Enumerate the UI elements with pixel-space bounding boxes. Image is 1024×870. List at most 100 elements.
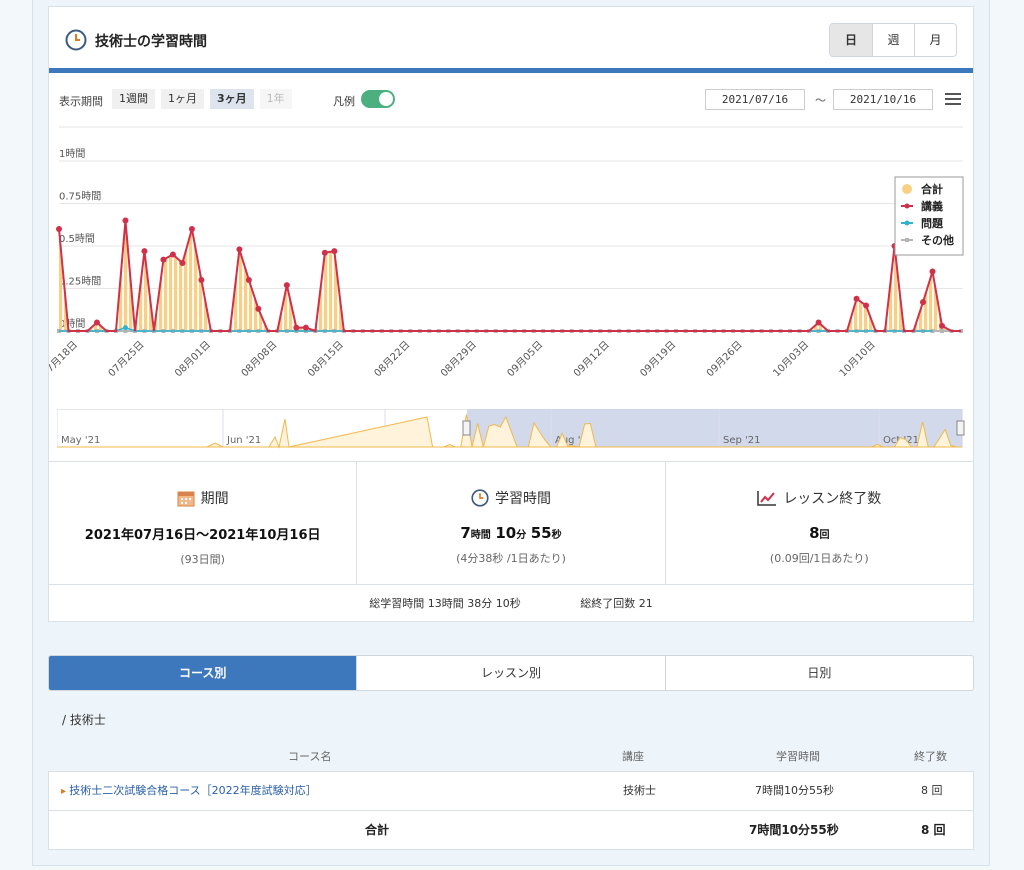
table-header: コース名 講座 学習時間 終了数: [48, 748, 974, 770]
trend-chart-icon: [757, 491, 777, 506]
x-tick-label: 10月10日: [837, 339, 878, 380]
x-tick-label: 09月12日: [571, 339, 612, 380]
lecture-point: [122, 217, 129, 224]
range-1year: 1年: [259, 89, 292, 109]
lecture-point: [331, 248, 338, 255]
legend-marker: [904, 203, 910, 209]
total-study-time: 総学習時間 13時間 38分 10秒: [369, 597, 521, 610]
period-toggle: 日 週 月: [829, 23, 957, 57]
tab-by-lesson[interactable]: レッスン別: [356, 656, 664, 690]
tab-by-course[interactable]: コース別: [49, 656, 357, 690]
x-tick-label: 10月03日: [771, 339, 812, 380]
tab-day[interactable]: 日: [830, 24, 872, 56]
legend-toggle[interactable]: [361, 90, 395, 108]
date-from-input[interactable]: 2021/07/16: [705, 89, 805, 110]
col-course-name: コース名: [288, 750, 332, 763]
range-label: 表示期間: [59, 95, 103, 108]
breakdown-tabs: コース別 レッスン別 日別: [48, 655, 974, 691]
lecture-point: [236, 246, 243, 253]
course-link[interactable]: 技術士二次試験合格コース［2022年度試験対応］: [61, 772, 316, 811]
total-count-cell: 8 回: [921, 823, 946, 837]
legend-marker: [904, 220, 910, 226]
range-navigator[interactable]: May '21Jun '21Jul '21Aug '21Sep '21Oct '…: [57, 409, 967, 449]
table-total-row: 合計 7時間10分55秒 8 回: [48, 810, 974, 850]
date-to-input[interactable]: 2021/10/16: [833, 89, 933, 110]
x-tick-label: 08月15日: [305, 339, 346, 380]
lecture-point: [815, 319, 822, 326]
page-title: 技術士の学習時間: [95, 34, 207, 50]
x-tick-label: 07月25日: [106, 339, 147, 380]
y-tick-label: 0.5時間: [59, 233, 95, 245]
range-1month[interactable]: 1ヶ月: [161, 89, 204, 109]
legend-marker: [905, 238, 909, 242]
lecture-point: [321, 249, 328, 256]
legend-marker: [902, 184, 912, 194]
x-tick-label: 09月26日: [704, 339, 745, 380]
clock-icon: [65, 29, 87, 51]
lecture-point: [853, 295, 860, 302]
x-tick-label: 09月05日: [505, 339, 546, 380]
legend-label: その他: [921, 233, 954, 247]
navigator-handle-left: [462, 420, 471, 436]
row-study-time: 7時間10分55秒: [755, 784, 834, 797]
chart-toolbar: 表示期間 1週間 1ヶ月 3ヶ月 1年 凡例 2021/07/16 ～ 2021…: [49, 87, 973, 117]
stat-period-value: 2021年07月16日～2021年10月16日: [84, 528, 321, 543]
legend-label: 合計: [921, 182, 943, 196]
row-count: 8 回: [921, 784, 943, 797]
lecture-point: [179, 260, 186, 266]
study-time-card: 技術士の学習時間 日 週 月 表示期間 1週間 1ヶ月 3ヶ月 1年 凡例 20…: [48, 6, 974, 622]
lecture-point: [863, 302, 870, 309]
lecture-point: [160, 256, 167, 263]
range-1week[interactable]: 1週間: [112, 89, 155, 109]
lecture-point: [920, 299, 927, 306]
total-study-time-cell: 7時間10分55秒: [749, 823, 839, 837]
navigator-handle-right: [956, 420, 965, 436]
total-label: 合計: [365, 823, 390, 837]
lecture-point: [302, 324, 309, 331]
x-tick-label: 07月18日: [49, 339, 80, 380]
stat-study-time: 学習時間 7時間 10分 55秒 (4分38秒 /1日あたり): [356, 462, 664, 584]
stat-lessons-value: 8回: [809, 524, 830, 542]
x-tick-label: 08月29日: [438, 339, 479, 380]
lecture-point: [939, 322, 946, 329]
tab-month[interactable]: 月: [914, 24, 956, 56]
range-3months[interactable]: 3ヶ月: [210, 89, 254, 109]
legend-label: 講義: [921, 199, 943, 213]
lecture-point: [293, 324, 300, 331]
stat-study-value: 7時間 10分 55秒: [460, 524, 562, 542]
row-kouza: 技術士: [623, 784, 656, 797]
legend-toggle-label: 凡例: [333, 95, 355, 108]
stat-lessons-label: レッスン終了数: [783, 491, 882, 507]
lecture-point: [255, 305, 262, 312]
lecture-point: [283, 282, 290, 289]
stat-period: 期間 2021年07月16日～2021年10月16日 (93日間): [49, 462, 356, 584]
other-point: [940, 329, 945, 333]
x-tick-label: 09月19日: [638, 339, 679, 380]
tab-week[interactable]: 週: [872, 24, 914, 56]
clock-icon: [471, 489, 489, 507]
breadcrumb: / 技術士: [62, 713, 106, 727]
stat-lessons: レッスン終了数 8回 (0.09回/1日あたり): [664, 462, 973, 584]
study-time-chart: 0時間0.25時間0.5時間0.75時間1時間07月18日 07月25日 08月01…: [49, 126, 964, 380]
lecture-point: [93, 319, 100, 326]
lecture-point: [188, 226, 195, 232]
menu-icon[interactable]: [945, 93, 961, 107]
stat-study-sub: (4分38秒 /1日あたり): [456, 552, 566, 565]
problem-point: [122, 325, 128, 331]
total-count: 総終了回数 21: [580, 597, 653, 610]
lecture-point: [56, 226, 62, 232]
y-tick-label: 0.25時間: [59, 276, 101, 288]
table-row: 技術士二次試験合格コース［2022年度試験対応］ 技術士 7時間10分55秒 8…: [48, 771, 974, 811]
y-tick-label: 1時間: [59, 148, 85, 160]
col-count: 終了数: [914, 750, 947, 763]
lecture-point: [245, 277, 252, 283]
stat-period-label: 期間: [200, 491, 229, 507]
lecture-point: [929, 268, 936, 275]
tab-by-day[interactable]: 日別: [664, 656, 973, 690]
stats-row: 期間 2021年07月16日～2021年10月16日 (93日間) 学習時間 7…: [49, 461, 973, 585]
lecture-point: [141, 248, 148, 255]
range-selector: 1週間 1ヶ月 3ヶ月 1年: [112, 89, 292, 109]
series-total-area: [59, 217, 961, 331]
x-tick-label: 08月08日: [239, 339, 280, 380]
x-tick-label: 08月22日: [372, 339, 413, 380]
